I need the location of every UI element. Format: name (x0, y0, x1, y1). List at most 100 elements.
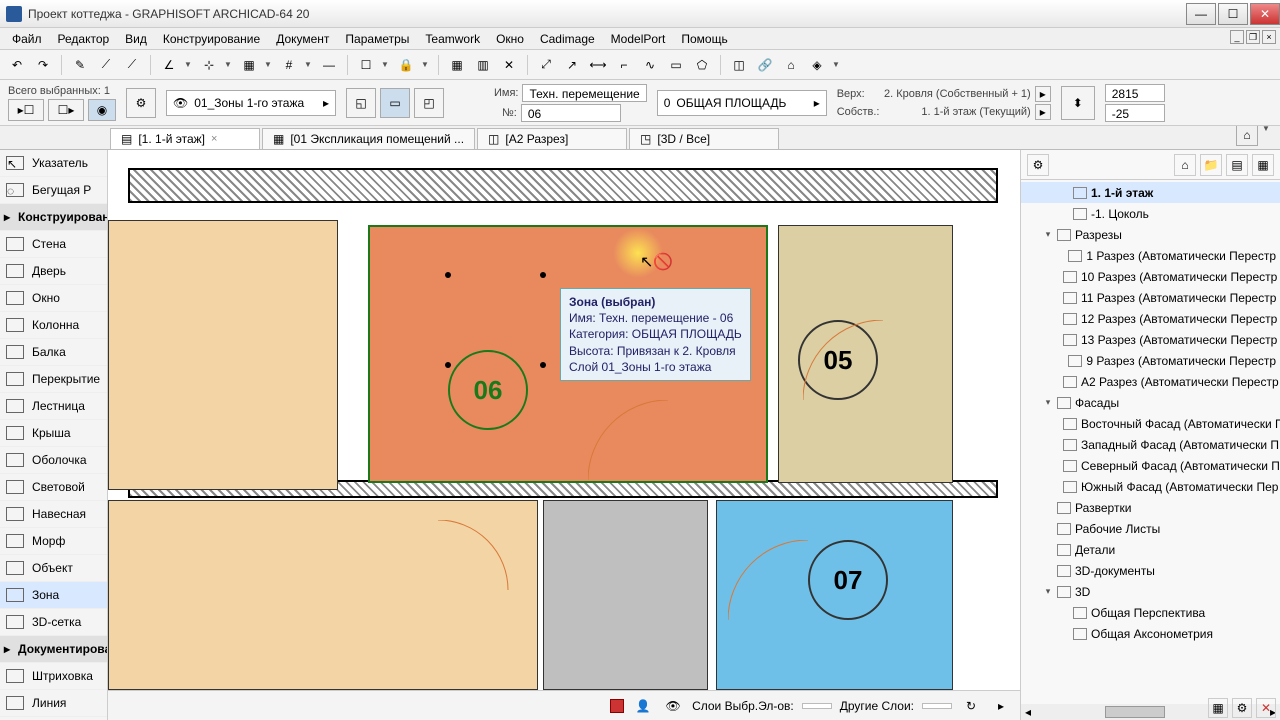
geometry-method-2[interactable]: ▭ (380, 88, 410, 118)
menu-teamwork[interactable]: Teamwork (417, 30, 488, 48)
menu-options[interactable]: Параметры (337, 30, 417, 48)
pick-button[interactable]: ✎ (69, 54, 91, 76)
tool-column[interactable]: Колонна (0, 312, 107, 339)
tab-3d[interactable]: ◳ [3D / Все] (629, 128, 779, 149)
tab-floorplan[interactable]: ▤ [1. 1-й этаж] × (110, 128, 260, 149)
story-indicator[interactable]: ⬍ (1061, 86, 1095, 120)
tree-item[interactable]: Общая Перспектива (1021, 602, 1280, 623)
tree-item[interactable]: Рабочие Листы (1021, 518, 1280, 539)
extend-button[interactable]: ↗ (561, 54, 583, 76)
tree-item[interactable]: ▾Разрезы (1021, 224, 1280, 245)
tool-shell[interactable]: Оболочка (0, 447, 107, 474)
tool-mesh[interactable]: 3D-сетка (0, 609, 107, 636)
geometry-method-3[interactable]: ◰ (414, 88, 444, 118)
settings-button[interactable]: ⚙ (126, 88, 156, 118)
tree-item[interactable]: Восточный Фасад (Автоматически П (1021, 413, 1280, 434)
tree-item[interactable]: 3D-документы (1021, 560, 1280, 581)
tree-item[interactable]: А2 Разрез (Автоматически Перестр (1021, 371, 1280, 392)
nav-props-button[interactable]: ⚙ (1232, 698, 1252, 718)
home-button[interactable]: ⌂ (780, 54, 802, 76)
toolbox-header-design[interactable]: ▸ Конструирование (0, 204, 107, 231)
tree-item[interactable]: ▾Фасады (1021, 392, 1280, 413)
tree-item[interactable]: 13 Разрез (Автоматически Перестр (1021, 329, 1280, 350)
nav-publisher-button[interactable]: ▦ (1252, 154, 1274, 176)
status-opt-2[interactable]: 👁 (662, 695, 684, 717)
tree-item[interactable]: 1 Разрез (Автоматически Перестр (1021, 245, 1280, 266)
fillet-button[interactable]: ⌐ (613, 54, 635, 76)
polygon-button[interactable]: ⬠ (691, 54, 713, 76)
tool-stair[interactable]: Лестница (0, 393, 107, 420)
menu-view[interactable]: Вид (117, 30, 155, 48)
tool-object[interactable]: Объект (0, 555, 107, 582)
top-link-button[interactable]: ▸ (1035, 86, 1051, 102)
rect-button[interactable]: ▭ (665, 54, 687, 76)
tree-item[interactable]: 10 Разрез (Автоматически Перестр (1021, 266, 1280, 287)
tree-item[interactable]: Западный Фасад (Автоматически П (1021, 434, 1280, 455)
tab-home-button[interactable]: ⌂ (1236, 124, 1258, 146)
nav-view-button[interactable]: 📁 (1200, 154, 1222, 176)
tab-close[interactable]: × (211, 133, 217, 145)
status-record-icon[interactable] (610, 699, 624, 713)
tab-section[interactable]: ◫ [А2 Разрез] (477, 128, 627, 149)
nav-delete-button[interactable]: ✕ (1256, 698, 1276, 718)
tool-window[interactable]: Окно (0, 285, 107, 312)
status-opt-1[interactable]: 👤 (632, 695, 654, 717)
copy-button[interactable]: ☐ (355, 54, 377, 76)
doc-minimize[interactable]: _ (1230, 30, 1244, 44)
tool-wall[interactable]: Стена (0, 231, 107, 258)
layer-selector[interactable]: 👁 01_Зоны 1-го этажа ▸ (166, 90, 336, 116)
curve-button[interactable]: ∿ (639, 54, 661, 76)
tool-roof[interactable]: Крыша (0, 420, 107, 447)
tool-line[interactable]: Линия (0, 690, 107, 717)
tree-item[interactable]: Южный Фасад (Автоматически Пер (1021, 476, 1280, 497)
menu-edit[interactable]: Редактор (50, 30, 118, 48)
doc-close[interactable]: × (1262, 30, 1276, 44)
minimize-button[interactable]: — (1186, 3, 1216, 25)
drawing-canvas[interactable]: 06 05 07 ↖🚫 Зона (выбран) Имя: Техн. пер… (108, 150, 1020, 720)
tree-item[interactable]: Детали (1021, 539, 1280, 560)
view-button[interactable]: ◈ (806, 54, 828, 76)
inject-button[interactable]: ⟋ (95, 54, 117, 76)
maximize-button[interactable]: ☐ (1218, 3, 1248, 25)
tool-slab[interactable]: Перекрытие (0, 366, 107, 393)
tool-morph[interactable]: Морф (0, 528, 107, 555)
split-button[interactable]: ✕ (498, 54, 520, 76)
mode-button[interactable]: ◫ (728, 54, 750, 76)
tool-door[interactable]: Дверь (0, 258, 107, 285)
bottom-link-button[interactable]: ▸ (1035, 104, 1051, 120)
tree-item[interactable]: 1. 1-й этаж (1021, 182, 1280, 203)
undo-button[interactable]: ↶ (6, 54, 28, 76)
tree-item[interactable]: Общая Аксонометрия (1021, 623, 1280, 644)
menu-cadimage[interactable]: Cadimage (532, 30, 603, 48)
num-field[interactable]: 06 (521, 104, 621, 122)
reference-button[interactable]: ▥ (472, 54, 494, 76)
nav-settings-button[interactable]: ⚙ (1027, 154, 1049, 176)
selection-highlight[interactable]: ◉ (88, 99, 116, 121)
snap-node-button[interactable]: ⊹ (198, 54, 220, 76)
toolbox-header-document[interactable]: ▸ Документирование (0, 636, 107, 663)
tool-beam[interactable]: Балка (0, 339, 107, 366)
tab-schedule[interactable]: ▦ [01 Экспликация помещений ... (262, 128, 475, 149)
height-2-field[interactable]: -25 (1105, 104, 1165, 122)
tree-item[interactable]: 9 Разрез (Автоматически Перестр (1021, 350, 1280, 371)
tree-item[interactable]: Северный Фасад (Автоматически П (1021, 455, 1280, 476)
ruler-button[interactable]: — (318, 54, 340, 76)
menu-file[interactable]: Файл (4, 30, 50, 48)
tool-skylight[interactable]: Световой (0, 474, 107, 501)
menu-modelport[interactable]: ModelPort (603, 30, 674, 48)
nav-layout-button[interactable]: ▤ (1226, 154, 1248, 176)
tree-item[interactable]: Развертки (1021, 497, 1280, 518)
height-1-field[interactable]: 2815 (1105, 84, 1165, 102)
tool-fill[interactable]: Штриховка (0, 663, 107, 690)
tree-item[interactable]: ▾3D (1021, 581, 1280, 602)
status-apply[interactable]: ▸ (990, 695, 1012, 717)
lock-button[interactable]: 🔒 (395, 54, 417, 76)
tree-item[interactable]: -1. Цоколь (1021, 203, 1280, 224)
geometry-method-1[interactable]: ◱ (346, 88, 376, 118)
nav-new-button[interactable]: ▦ (1208, 698, 1228, 718)
menu-help[interactable]: Помощь (673, 30, 735, 48)
doc-restore[interactable]: ❐ (1246, 30, 1260, 44)
selection-filter-2[interactable]: ☐▸ (48, 99, 84, 121)
category-selector[interactable]: 0 ОБЩАЯ ПЛОЩАДЬ ▸ (657, 90, 827, 116)
link-button[interactable]: 🔗 (754, 54, 776, 76)
